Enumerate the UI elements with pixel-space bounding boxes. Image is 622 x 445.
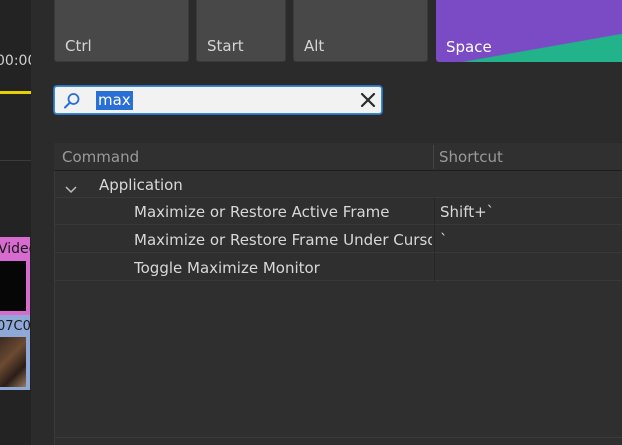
table-body: Application Maximize or Restore Active F… (54, 171, 622, 445)
table-row[interactable]: Maximize or Restore Frame Under Curso ` (55, 226, 622, 253)
command-name: Maximize or Restore Active Frame (134, 203, 390, 221)
keyboard-shortcuts-dialog: Ctrl Start Alt Space max Command Shortcu… (31, 0, 622, 445)
command-shortcut[interactable]: ` (440, 231, 448, 249)
column-divider (434, 198, 435, 225)
timecode-display: 00:00: (0, 53, 31, 69)
key-ctrl[interactable]: Ctrl (54, 0, 189, 62)
search-icon (63, 92, 81, 110)
keyboard-layout: Ctrl Start Alt Space (31, 0, 622, 64)
command-name: Toggle Maximize Monitor (134, 259, 320, 277)
column-header-command[interactable]: Command (62, 148, 139, 166)
screen: 00:00: Video 07C03 Ctrl Start Alt Space (0, 0, 622, 445)
table-bottom-border (54, 437, 622, 438)
table-row[interactable]: Maximize or Restore Active Frame Shift+` (55, 198, 622, 225)
column-header-shortcut[interactable]: Shortcut (439, 148, 503, 166)
column-divider[interactable] (433, 145, 434, 169)
group-label: Application (99, 176, 183, 194)
command-shortcut[interactable]: Shift+` (440, 203, 494, 221)
track-divider (0, 160, 31, 161)
search-input[interactable]: max (54, 86, 382, 114)
key-space[interactable]: Space (436, 0, 622, 62)
key-label: Start (207, 37, 244, 55)
media-clip-label: 07C03 (0, 319, 31, 334)
column-divider (434, 254, 435, 281)
group-row-application[interactable]: Application (55, 171, 622, 198)
timeline-panel: 00:00: Video 07C03 (0, 0, 31, 445)
key-label: Ctrl (65, 37, 92, 55)
chevron-down-icon[interactable] (65, 180, 77, 194)
video-clip[interactable]: Video (0, 237, 31, 315)
key-alt[interactable]: Alt (293, 0, 428, 62)
table-row[interactable]: Toggle Maximize Monitor (55, 254, 622, 281)
media-clip[interactable]: 07C03 (0, 315, 31, 390)
video-clip-thumbnail (0, 261, 26, 311)
key-label: Space (446, 38, 492, 56)
search-query-text[interactable]: max (96, 91, 133, 110)
media-clip-thumbnail (0, 337, 26, 387)
close-icon[interactable] (359, 91, 377, 109)
command-table: Command Shortcut Application Maximize or… (54, 143, 622, 445)
column-divider (434, 226, 435, 253)
key-label: Alt (304, 37, 325, 55)
table-header: Command Shortcut (54, 143, 622, 171)
key-start[interactable]: Start (196, 0, 286, 62)
playhead-bar (0, 91, 31, 94)
command-name: Maximize or Restore Frame Under Curso (134, 231, 432, 249)
video-clip-label: Video (0, 241, 31, 257)
